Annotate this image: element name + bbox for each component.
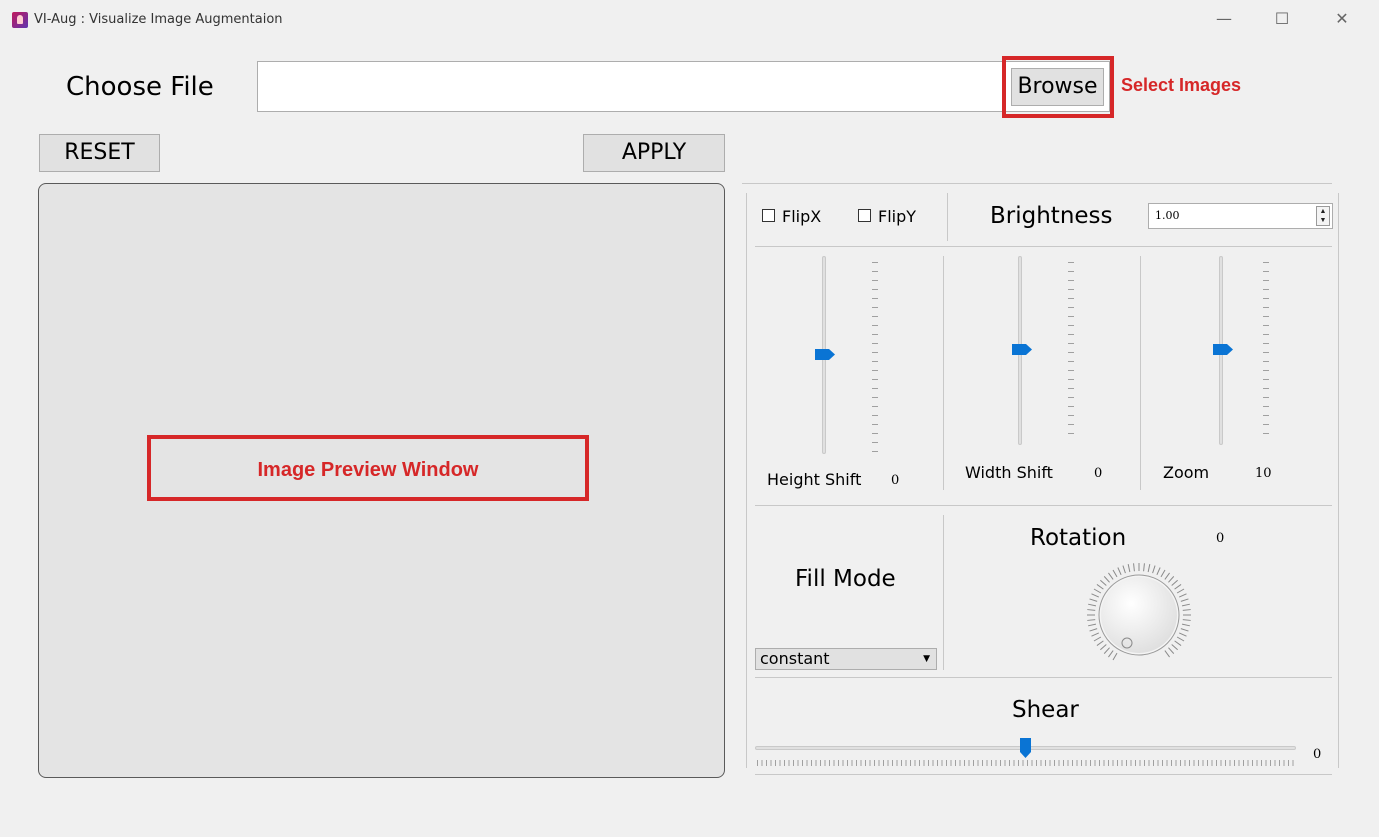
browse-annotation-box <box>1002 56 1114 118</box>
reset-button[interactable]: RESET <box>39 134 160 172</box>
apply-button[interactable]: APPLY <box>583 134 725 172</box>
slider-divider-1 <box>943 256 944 490</box>
zoom-value: 10 <box>1255 466 1272 481</box>
window-title: VI-Aug : Visualize Image Augmentaion <box>34 12 283 27</box>
flip-brightness-divider <box>947 193 948 241</box>
shear-ticks <box>757 760 1294 766</box>
choose-file-label: Choose File <box>66 72 214 102</box>
height-shift-handle[interactable] <box>815 349 835 360</box>
height-shift-label: Height Shift <box>767 470 862 489</box>
close-button[interactable]: ✕ <box>1322 4 1362 34</box>
fill-rotation-divider <box>943 515 944 670</box>
slider-divider-2 <box>1140 256 1141 490</box>
shear-label: Shear <box>1012 697 1079 723</box>
shear-value: 0 <box>1313 747 1322 762</box>
flipx-checkbox[interactable] <box>762 209 775 222</box>
height-shift-value: 0 <box>891 473 900 488</box>
chevron-down-icon[interactable]: ▼ <box>923 649 930 669</box>
panel-left-border <box>746 193 747 768</box>
zoom-ticks <box>1263 262 1269 442</box>
shear-handle[interactable] <box>1020 738 1031 758</box>
title-bar: VI-Aug : Visualize Image Augmentaion — ☐… <box>0 0 1379 40</box>
rotation-dial[interactable] <box>1081 561 1197 669</box>
width-shift-handle[interactable] <box>1012 344 1032 355</box>
brightness-value: 1.00 <box>1155 209 1180 222</box>
brightness-spin-buttons[interactable]: ▲ ▼ <box>1316 206 1330 226</box>
flipy-label: FlipY <box>878 207 917 226</box>
width-shift-label: Width Shift <box>965 463 1053 482</box>
zoom-handle[interactable] <box>1213 344 1233 355</box>
panel-top-divider <box>742 183 1332 184</box>
preview-window-annotation: Image Preview Window <box>257 459 479 481</box>
height-shift-ticks <box>872 262 878 452</box>
panel-bottom-divider <box>755 774 1332 775</box>
brightness-spinbox[interactable]: 1.00 ▲ ▼ <box>1148 203 1333 229</box>
select-images-annotation: Select Images <box>1121 75 1242 95</box>
rotation-value: 0 <box>1216 531 1225 546</box>
flipy-checkbox[interactable] <box>858 209 871 222</box>
fill-mode-select[interactable]: constant ▼ <box>755 648 937 670</box>
app-icon <box>12 12 28 28</box>
row-divider-3 <box>755 677 1332 678</box>
row-divider-1 <box>755 246 1332 247</box>
row-divider-2 <box>755 505 1332 506</box>
fill-mode-selected-value: constant <box>760 649 830 668</box>
width-shift-ticks <box>1068 262 1074 442</box>
flipx-label: FlipX <box>782 207 822 226</box>
fill-mode-label: Fill Mode <box>795 566 896 592</box>
minimize-button[interactable]: — <box>1204 4 1244 34</box>
spin-up-icon[interactable]: ▲ <box>1317 207 1329 216</box>
panel-right-border <box>1338 193 1339 768</box>
rotation-label: Rotation <box>1030 525 1127 551</box>
file-path-input[interactable] <box>257 61 1110 112</box>
maximize-button[interactable]: ☐ <box>1262 4 1302 34</box>
zoom-label: Zoom <box>1163 463 1210 482</box>
spin-down-icon[interactable]: ▼ <box>1317 216 1329 225</box>
width-shift-value: 0 <box>1094 466 1103 481</box>
brightness-label: Brightness <box>990 203 1113 229</box>
